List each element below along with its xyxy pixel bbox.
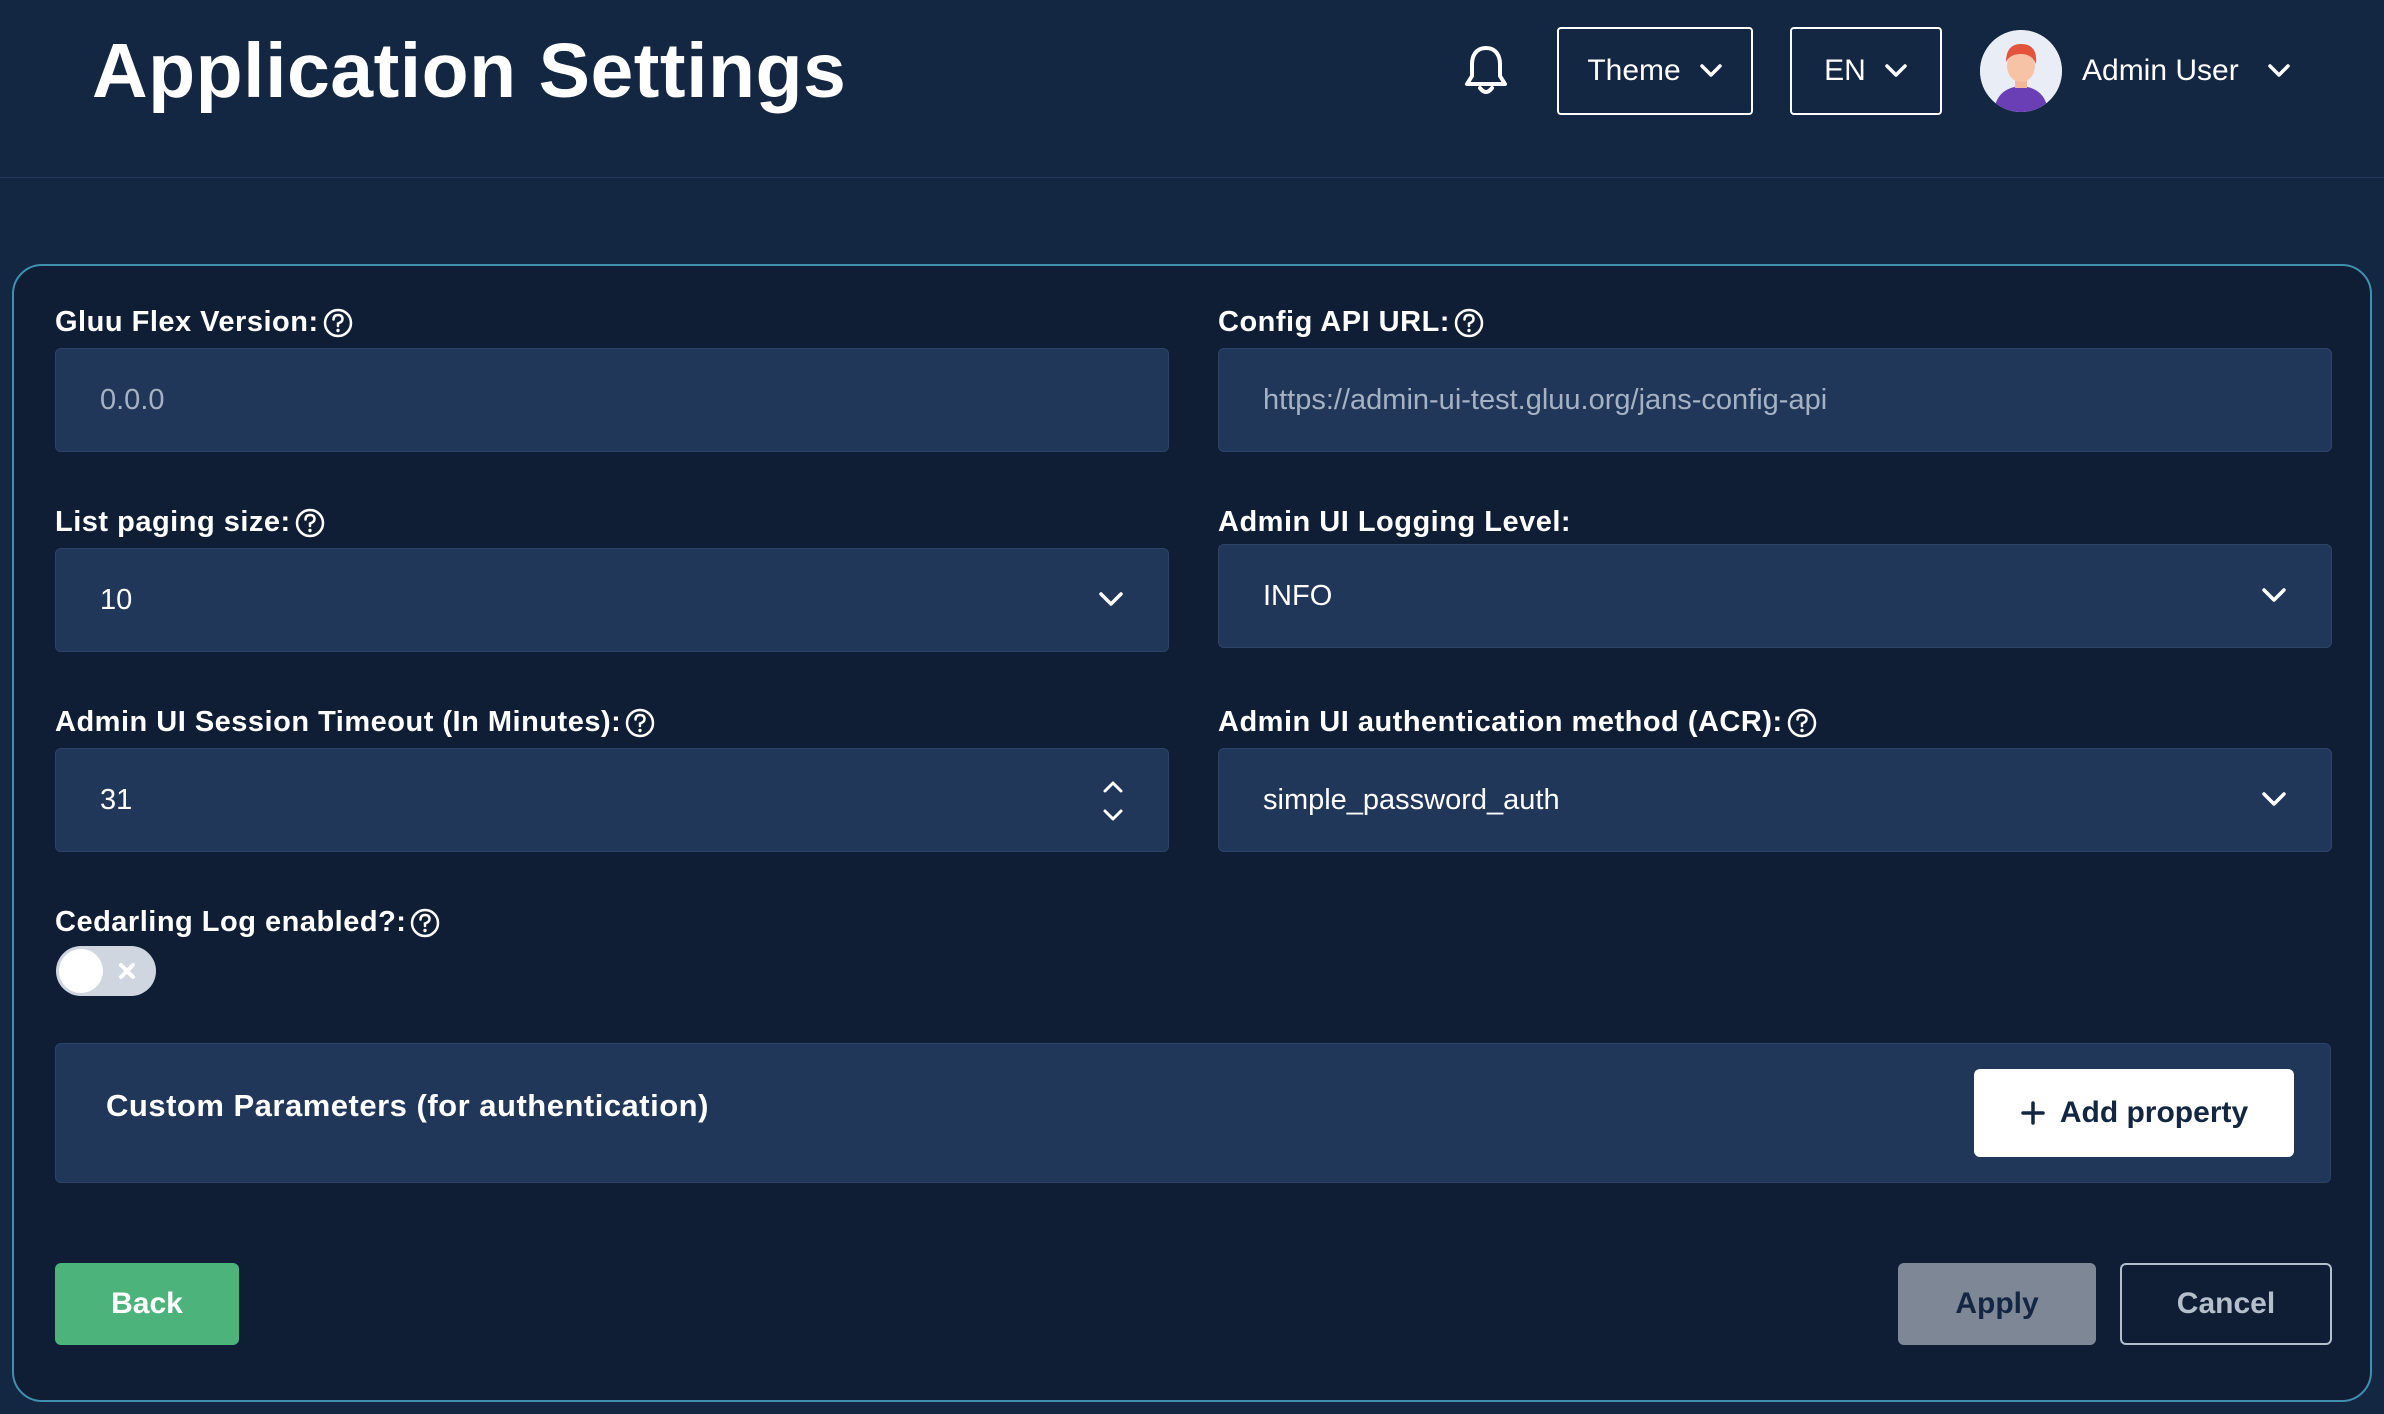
list-paging-size-value: 10 — [100, 583, 133, 616]
gluu-flex-version-label-text: Gluu Flex Version: — [55, 306, 319, 338]
language-dropdown[interactable]: EN — [1790, 27, 1942, 115]
toggle-knob — [59, 949, 103, 993]
auth-method-value: simple_password_auth — [1263, 783, 1560, 816]
custom-parameters-panel: Custom Parameters (for authentication) A… — [55, 1043, 2331, 1183]
config-api-url-field: https://admin-ui-test.gluu.org/jans-conf… — [1218, 348, 2332, 452]
bell-icon[interactable] — [1462, 44, 1510, 98]
chevron-down-icon — [2267, 64, 2290, 77]
session-timeout-input[interactable]: 31 — [55, 748, 1169, 852]
config-api-url-label-text: Config API URL: — [1218, 306, 1450, 338]
gluu-flex-version-field: 0.0.0 — [55, 348, 1169, 452]
cancel-button[interactable]: Cancel — [2120, 1263, 2332, 1345]
cedarling-log-toggle[interactable] — [56, 946, 156, 996]
gluu-flex-version-label: Gluu Flex Version: — [55, 306, 353, 339]
close-icon — [119, 963, 135, 979]
chevron-down-icon — [2262, 588, 2286, 602]
session-timeout-label: Admin UI Session Timeout (In Minutes): — [55, 706, 655, 739]
logging-level-select[interactable]: INFO — [1218, 544, 2332, 648]
theme-label: Theme — [1587, 54, 1681, 87]
gluu-flex-version-value: 0.0.0 — [100, 383, 165, 416]
user-menu[interactable]: Admin User — [1980, 30, 2291, 112]
user-name: Admin User — [2082, 54, 2239, 87]
config-api-url-value: https://admin-ui-test.gluu.org/jans-conf… — [1263, 383, 1828, 416]
help-icon[interactable] — [295, 508, 325, 538]
stepper-icon[interactable] — [1100, 775, 1126, 827]
config-api-url-label: Config API URL: — [1218, 306, 1484, 339]
cedarling-log-label-text: Cedarling Log enabled?: — [55, 906, 407, 938]
auth-method-label-text: Admin UI authentication method (ACR): — [1218, 706, 1783, 738]
theme-dropdown[interactable]: Theme — [1557, 27, 1753, 115]
language-label: EN — [1824, 54, 1866, 87]
add-property-label: Add property — [2059, 1096, 2249, 1129]
help-icon[interactable] — [410, 908, 440, 938]
back-button[interactable]: Back — [55, 1263, 239, 1345]
list-paging-size-select[interactable]: 10 — [55, 548, 1169, 652]
help-icon[interactable] — [1454, 308, 1484, 338]
apply-button[interactable]: Apply — [1898, 1263, 2096, 1345]
add-property-button[interactable]: Add property — [1974, 1069, 2294, 1157]
app-header: Application Settings Theme EN Admin User — [0, 0, 2384, 178]
page-title: Application Settings — [92, 28, 847, 114]
auth-method-label: Admin UI authentication method (ACR): — [1218, 706, 1817, 739]
help-icon[interactable] — [1787, 708, 1817, 738]
avatar — [1980, 30, 2062, 112]
logging-level-value: INFO — [1263, 579, 1333, 612]
help-icon[interactable] — [625, 708, 655, 738]
session-timeout-value: 31 — [100, 783, 133, 816]
plus-icon — [2021, 1101, 2045, 1125]
settings-card: Gluu Flex Version: 0.0.0 Config API URL:… — [12, 264, 2372, 1402]
chevron-down-icon — [1885, 64, 1907, 77]
cedarling-log-label: Cedarling Log enabled?: — [55, 906, 440, 939]
chevron-down-icon — [1099, 592, 1123, 606]
list-paging-size-label-text: List paging size: — [55, 506, 291, 538]
session-timeout-label-text: Admin UI Session Timeout (In Minutes): — [55, 706, 622, 738]
logging-level-label-text: Admin UI Logging Level: — [1218, 506, 1572, 538]
list-paging-size-label: List paging size: — [55, 506, 325, 539]
help-icon[interactable] — [323, 308, 353, 338]
auth-method-select[interactable]: simple_password_auth — [1218, 748, 2332, 852]
user-avatar-icon — [1980, 30, 2062, 112]
chevron-down-icon — [2262, 792, 2286, 806]
custom-parameters-title: Custom Parameters (for authentication) — [106, 1088, 709, 1123]
chevron-down-icon — [1699, 64, 1722, 77]
logging-level-label: Admin UI Logging Level: — [1218, 506, 1571, 539]
